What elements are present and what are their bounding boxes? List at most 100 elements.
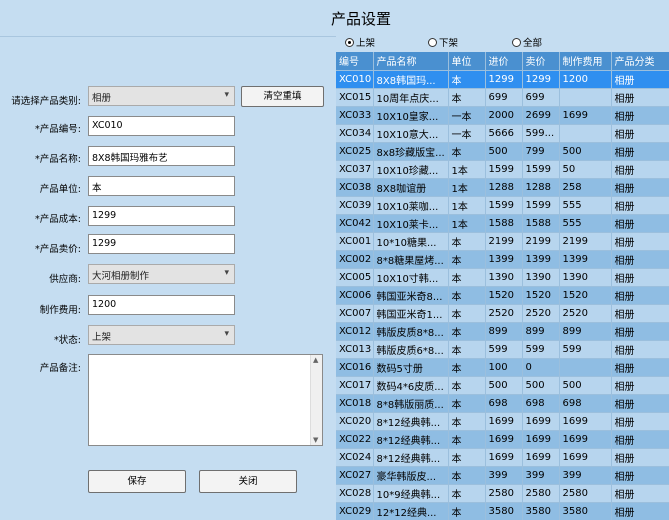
table-cell: XC022 (336, 430, 374, 449)
table-row[interactable]: XC024 8*12经典韩... 本 1699 1699 1699 相册 (336, 448, 669, 467)
cost-input[interactable]: 1299 (88, 206, 235, 226)
status-label: *状态: (54, 335, 81, 346)
filter-all-radio[interactable]: 全部 (512, 35, 542, 49)
table-cell: 本 (448, 70, 486, 89)
filter-on-shelf-radio[interactable]: 上架 (345, 35, 375, 49)
filter-off-shelf-radio[interactable]: 下架 (428, 35, 458, 49)
table-row[interactable]: XC017 数码4*6皮质... 本 500 500 500 相册 (336, 376, 669, 395)
table-row[interactable]: XC025 8x8珍藏版宝... 本 500 799 500 相册 (336, 142, 669, 161)
table-row[interactable]: XC042 10X10莱卡... 1本 1588 1588 555 相册 (336, 214, 669, 233)
table-row[interactable]: XC005 10X10寸韩... 本 1390 1390 1390 相册 (336, 268, 669, 287)
table-row[interactable]: XC028 10*9经典韩... 本 2580 2580 2580 相册 (336, 484, 669, 503)
table-cell: XC010 (336, 70, 374, 89)
table-cell: 899 (485, 322, 523, 341)
table-cell: 8*12经典韩... (373, 412, 449, 431)
category-value: 相册 (92, 93, 112, 104)
scroll-up-icon[interactable]: ▲ (313, 356, 318, 364)
table-cell: 599... (522, 124, 560, 143)
table-row[interactable]: XC002 8*8糖果屋烤... 本 1399 1399 1399 相册 (336, 250, 669, 269)
table-cell: 1599 (485, 160, 523, 179)
unit-input[interactable]: 本 (88, 176, 235, 196)
column-header[interactable]: 制作费用 (559, 52, 612, 71)
table-cell: 相册 (611, 88, 669, 107)
scroll-down-icon[interactable]: ▼ (313, 436, 318, 444)
table-cell: 8*12经典韩... (373, 430, 449, 449)
table-cell: 相册 (611, 484, 669, 503)
table-row[interactable]: XC033 10X10皇家... 一本 2000 2699 1699 相册 (336, 106, 669, 125)
table-cell: 699 (485, 88, 523, 107)
column-header[interactable]: 进价 (485, 52, 523, 71)
table-row[interactable]: XC037 10X10珍藏... 1本 1599 1599 50 相册 (336, 160, 669, 179)
table-cell: 2520 (485, 304, 523, 323)
table-cell: 本 (448, 412, 486, 431)
table-cell: 1599 (485, 196, 523, 215)
divider (0, 36, 336, 37)
table-cell: 8x8珍藏版宝... (373, 142, 449, 161)
table-row[interactable]: XC006 韩国亚米奇8... 本 1520 1520 1520 相册 (336, 286, 669, 305)
table-row[interactable]: XC022 8*12经典韩... 本 1699 1699 1699 相册 (336, 430, 669, 449)
supplier-select[interactable]: 大河相册制作 ▾ (88, 264, 235, 284)
table-row[interactable]: XC034 10X10意大... 一本 5666 599... 相册 (336, 124, 669, 143)
table-cell: 本 (448, 88, 486, 107)
table-row[interactable]: XC029 12*12经典... 本 3580 3580 3580 相册 (336, 502, 669, 520)
table-row[interactable]: XC012 韩版皮质8*8... 本 899 899 899 相册 (336, 322, 669, 341)
table-cell: 1588 (522, 214, 560, 233)
table-cell: 698 (522, 394, 560, 413)
table-cell: 本 (448, 142, 486, 161)
clear-reset-button[interactable]: 清空重填 (241, 86, 324, 107)
table-row[interactable]: XC010 8X8韩国玛... 本 1299 1299 1200 相册 (336, 70, 669, 89)
table-cell: 本 (448, 322, 486, 341)
table-cell: XC039 (336, 196, 374, 215)
fee-input[interactable]: 1200 (88, 295, 235, 315)
table-cell: 1288 (522, 178, 560, 197)
table-row[interactable]: XC027 豪华韩版皮... 本 399 399 399 相册 (336, 466, 669, 485)
save-button[interactable]: 保存 (88, 470, 186, 493)
table-row[interactable]: XC038 8X8咖谊册 1本 1288 1288 258 相册 (336, 178, 669, 197)
column-header[interactable]: 产品名称 (373, 52, 449, 71)
product-grid[interactable]: 编号 产品名称 单位 进价 卖价 制作费用 产品分类 XC010 8X8韩国玛..… (336, 52, 669, 520)
column-header[interactable]: 单位 (448, 52, 486, 71)
column-header[interactable]: 编号 (336, 52, 374, 71)
name-input[interactable]: 8X8韩国玛雅布艺 (88, 146, 235, 166)
table-row[interactable]: XC007 韩国亚米奇1... 本 2520 2520 2520 相册 (336, 304, 669, 323)
table-cell: 258 (559, 178, 612, 197)
table-cell: 699 (522, 88, 560, 107)
remark-textarea[interactable]: ▲ ▼ (88, 354, 323, 446)
product-table: 编号 产品名称 单位 进价 卖价 制作费用 产品分类 XC010 8X8韩国玛..… (336, 52, 669, 520)
filter-label: 上架 (356, 38, 376, 49)
table-cell: 相册 (611, 178, 669, 197)
table-row[interactable]: XC015 10周年点庆... 本 699 699 相册 (336, 88, 669, 107)
table-cell: 10*10糖果... (373, 232, 449, 251)
table-cell: 1本 (448, 196, 486, 215)
table-cell: 10X10莱卡... (373, 214, 449, 233)
table-row[interactable]: XC018 8*8韩版丽质... 本 698 698 698 相册 (336, 394, 669, 413)
table-row[interactable]: XC001 10*10糖果... 本 2199 2199 2199 相册 (336, 232, 669, 251)
product-form: 请选择产品类别: 相册 ▾ 清空重填 *产品编号: XC010 *产品名称: 8… (0, 36, 336, 520)
chevron-down-icon: ▾ (224, 90, 229, 100)
table-cell: 相册 (611, 106, 669, 125)
code-input[interactable]: XC010 (88, 116, 235, 136)
table-cell: 8*8韩版丽质... (373, 394, 449, 413)
remark-scrollbar[interactable]: ▲ ▼ (310, 355, 322, 445)
table-row[interactable]: XC039 10X10莱咖... 1本 1599 1599 555 相册 (336, 196, 669, 215)
table-cell: 一本 (448, 124, 486, 143)
price-label: *产品卖价: (35, 244, 81, 255)
table-row[interactable]: XC013 韩版皮质6*8... 本 599 599 599 相册 (336, 340, 669, 359)
price-input[interactable]: 1299 (88, 234, 235, 254)
table-cell: 698 (559, 394, 612, 413)
column-header[interactable]: 卖价 (522, 52, 560, 71)
table-cell: XC042 (336, 214, 374, 233)
column-header[interactable]: 产品分类 (611, 52, 669, 71)
table-cell: 相册 (611, 448, 669, 467)
table-cell: 3580 (522, 502, 560, 520)
table-row[interactable]: XC016 数码5寸册本 100 0 相册 (336, 358, 669, 377)
table-cell: 相册 (611, 268, 669, 287)
status-select[interactable]: 上架 ▾ (88, 325, 235, 345)
table-cell: XC037 (336, 160, 374, 179)
radio-checked-icon (345, 38, 354, 47)
chevron-down-icon: ▾ (224, 268, 229, 278)
table-row[interactable]: XC020 8*12经典韩... 本 1699 1699 1699 相册 (336, 412, 669, 431)
close-button[interactable]: 关闭 (199, 470, 297, 493)
table-cell: 10周年点庆... (373, 88, 449, 107)
category-select[interactable]: 相册 ▾ (88, 86, 235, 106)
